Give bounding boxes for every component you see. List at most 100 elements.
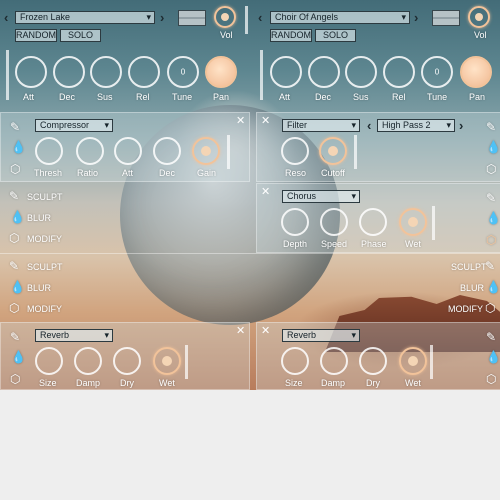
chevron-right-icon[interactable]: › [459,119,463,132]
volume-knob[interactable] [214,6,236,28]
att-knob[interactable] [114,137,142,165]
preset-select[interactable]: Choir Of Angels ▾ [270,11,410,24]
hexagon-icon[interactable]: ⬡ [9,232,19,244]
sus-knob[interactable] [90,56,122,88]
filter-mode-select[interactable]: High Pass 2 ▾ [377,119,455,132]
reso-knob[interactable] [281,137,309,165]
speed-knob[interactable] [320,208,348,236]
pencil-icon[interactable]: ✎ [486,192,496,204]
pencil-icon[interactable]: ✎ [9,260,19,272]
tune-knob[interactable]: 0 [421,56,453,88]
pan-knob[interactable] [460,56,492,88]
hexagon-icon[interactable]: ⬡ [9,302,19,314]
cutoff-knob[interactable] [319,137,347,165]
sculpt-label[interactable]: SCULPT [451,262,487,272]
pencil-icon[interactable]: ✎ [10,331,20,343]
thresh-knob[interactable] [35,137,63,165]
solo-button[interactable]: SOLO [315,29,356,42]
size-knob[interactable] [35,347,63,375]
pan-knob[interactable] [205,56,237,88]
blur-label[interactable]: BLUR [460,283,484,293]
modify-label[interactable]: MODIFY [27,234,62,244]
damp-knob[interactable] [320,347,348,375]
close-icon[interactable]: ✕ [261,116,270,127]
pencil-icon[interactable]: ✎ [9,190,19,202]
size-knob[interactable] [281,347,309,375]
drop-icon[interactable]: 💧 [486,212,500,224]
effect-type-select[interactable]: Filter ▾ [282,119,360,132]
modify-label[interactable]: MODIFY [448,304,483,314]
wet-slider[interactable] [185,345,188,379]
hexagon-icon[interactable]: ⬡ [486,234,496,246]
solo-button[interactable]: SOLO [60,29,101,42]
effect-type-select[interactable]: Chorus ▾ [282,190,360,203]
wet-knob[interactable] [153,347,181,375]
pencil-icon[interactable]: ✎ [485,260,495,272]
phase-knob[interactable] [359,208,387,236]
wet-slider[interactable] [430,345,433,379]
wet-slider[interactable] [227,135,230,169]
next-preset-icon[interactable]: › [414,11,418,24]
rel-knob[interactable] [128,56,160,88]
chevron-down-icon: ▾ [146,12,151,22]
effect-type-select[interactable]: Compressor ▾ [35,119,113,132]
effect-type-select[interactable]: Reverb ▾ [282,329,360,342]
pencil-icon[interactable]: ✎ [486,331,496,343]
hexagon-icon[interactable]: ⬡ [485,302,495,314]
pencil-icon[interactable]: ✎ [486,121,496,133]
layer-slider[interactable] [6,50,9,100]
ratio-knob[interactable] [76,137,104,165]
random-button[interactable]: RANDOM [15,29,57,42]
close-icon[interactable]: ✕ [261,187,270,198]
prev-preset-icon[interactable]: ‹ [258,11,262,24]
prev-preset-icon[interactable]: ‹ [4,11,8,24]
blur-label[interactable]: BLUR [27,283,51,293]
sus-knob[interactable] [345,56,377,88]
drop-icon[interactable]: 💧 [11,351,26,363]
hexagon-icon[interactable]: ⬡ [486,163,496,175]
drop-icon[interactable]: 💧 [486,281,500,293]
drop-icon[interactable]: 💧 [10,211,25,223]
tune-knob[interactable]: 0 [167,56,199,88]
next-preset-icon[interactable]: › [160,11,164,24]
att-knob[interactable] [15,56,47,88]
drop-icon[interactable]: 💧 [11,141,26,153]
hexagon-icon[interactable]: ⬡ [10,163,20,175]
wet-slider[interactable] [354,135,357,169]
volume-slider[interactable] [245,6,248,34]
knob-label: Cutoff [321,168,345,178]
wet-knob[interactable] [399,208,427,236]
hexagon-icon[interactable]: ⬡ [486,373,496,385]
wet-slider[interactable] [432,206,435,240]
dec-knob[interactable] [53,56,85,88]
damp-knob[interactable] [74,347,102,375]
pencil-icon[interactable]: ✎ [10,121,20,133]
dry-knob[interactable] [359,347,387,375]
dry-knob[interactable] [113,347,141,375]
att-knob[interactable] [270,56,302,88]
volume-knob[interactable] [468,6,490,28]
close-icon[interactable]: ✕ [236,326,245,337]
drop-icon[interactable]: 💧 [486,141,500,153]
preset-select[interactable]: Frozen Lake ▾ [15,11,155,24]
gain-knob[interactable] [192,137,220,165]
blur-label[interactable]: BLUR [27,213,51,223]
layer-slider[interactable] [260,50,263,100]
sculpt-label[interactable]: SCULPT [27,262,63,272]
depth-knob[interactable] [281,208,309,236]
drop-icon[interactable]: 💧 [10,281,25,293]
rel-knob[interactable] [383,56,415,88]
close-icon[interactable]: ✕ [261,326,270,337]
effect-type-select[interactable]: Reverb ▾ [35,329,113,342]
sculpt-label[interactable]: SCULPT [27,192,63,202]
random-button[interactable]: RANDOM [270,29,312,42]
drop-icon[interactable]: 💧 [486,351,500,363]
hexagon-icon[interactable]: ⬡ [10,373,20,385]
dec-knob[interactable] [308,56,340,88]
modify-label[interactable]: MODIFY [27,304,62,314]
close-icon[interactable]: ✕ [236,116,245,127]
dec-knob[interactable] [153,137,181,165]
plugin-window: ‹ Frozen Lake ▾ › Vol RANDOM SOLO Att Dec… [0,0,500,390]
wet-knob[interactable] [399,347,427,375]
chevron-left-icon[interactable]: ‹ [367,119,371,132]
